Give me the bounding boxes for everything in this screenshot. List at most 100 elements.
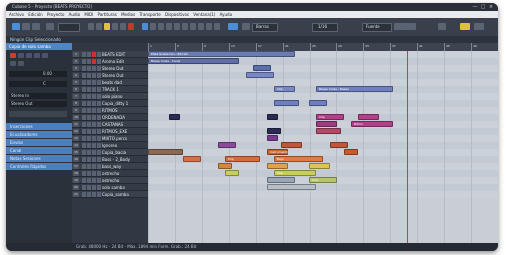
track-row[interactable]: 17 bass_way — [72, 163, 148, 170]
track-record-enable-button[interactable] — [92, 80, 96, 85]
track-record-enable-button[interactable] — [92, 164, 96, 169]
track-mute-button[interactable] — [82, 101, 86, 106]
forward-button[interactable] — [96, 23, 102, 30]
track-lane[interactable] — [148, 135, 498, 142]
track-solo-button[interactable] — [87, 143, 91, 148]
track-name[interactable]: Bass - 2_Body — [102, 156, 130, 163]
track-mute-button[interactable] — [82, 171, 86, 176]
track-record-enable-button[interactable] — [92, 122, 96, 127]
track-row[interactable]: 3 Stereo Out — [72, 65, 148, 72]
track-record-enable-button[interactable] — [92, 136, 96, 141]
track-record-enable-button[interactable] — [92, 129, 96, 134]
track-mute-button[interactable] — [82, 178, 86, 183]
timeline-ruler[interactable]: 1 5 9 13 17 21 25 29 33 37 41 45 49 — [148, 43, 498, 51]
track-row[interactable]: 6 TRACK 1 — [72, 86, 148, 93]
output-routing[interactable]: Stereo Out — [9, 101, 67, 107]
track-row[interactable]: 10 ORDENADA — [72, 114, 148, 121]
track-solo-button[interactable] — [87, 115, 91, 120]
track-name[interactable]: BEATS EDIT — [102, 51, 125, 58]
track-solo-button[interactable] — [87, 59, 91, 64]
section-envios[interactable]: Envíos — [6, 139, 72, 146]
audio-event[interactable] — [267, 128, 281, 134]
track-mute-button[interactable] — [82, 94, 86, 99]
track-monitor-button[interactable] — [97, 115, 101, 120]
audio-event[interactable] — [183, 156, 201, 162]
audio-event[interactable] — [330, 142, 348, 148]
track-name[interactable]: RITMOS — [102, 107, 118, 114]
section-inserciones[interactable]: Inserciones — [6, 123, 72, 130]
info-toggle-button[interactable] — [22, 23, 30, 30]
track-row[interactable]: 8 Copia_ditty 1 — [72, 100, 148, 107]
line-tool[interactable] — [206, 23, 212, 30]
track-record-enable-button[interactable] — [92, 94, 96, 99]
project-cursor[interactable] — [407, 51, 408, 243]
track-row[interactable]: 19 ostrecho — [72, 177, 148, 184]
audio-event[interactable]: Pista Grabación - Edición — [148, 51, 295, 57]
track-mute-button[interactable] — [82, 66, 86, 71]
track-row[interactable]: 20 solo samba — [72, 184, 148, 191]
track-name[interactable]: Copia_ditty 1 — [102, 100, 128, 107]
draw-tool[interactable] — [198, 23, 204, 30]
track-name[interactable]: beats dad — [102, 79, 122, 86]
track-solo-button[interactable] — [87, 101, 91, 106]
track-mute-button[interactable] — [82, 129, 86, 134]
track-mute-button[interactable] — [82, 136, 86, 141]
track-mute-button[interactable] — [82, 59, 86, 64]
track-name[interactable]: Copia_bacia — [102, 149, 126, 156]
track-solo-button[interactable] — [87, 136, 91, 141]
track-solo-button[interactable] — [87, 52, 91, 57]
track-lane[interactable] — [148, 191, 498, 198]
edit-channel-button[interactable] — [42, 53, 48, 58]
audio-event[interactable]: Bajo — [274, 156, 323, 162]
volume-field[interactable]: 0.00 — [9, 71, 67, 77]
track-name[interactable]: solo piano — [102, 93, 122, 100]
track-name[interactable]: Stereo Out — [102, 65, 124, 72]
track-mute-button[interactable] — [82, 80, 86, 85]
track-name[interactable]: Aroma Edit — [102, 58, 124, 65]
track-row[interactable]: 18 ostrecho — [72, 170, 148, 177]
track-monitor-button[interactable] — [97, 185, 101, 190]
track-row[interactable]: 9 RITMOS — [72, 107, 148, 114]
track-mute-button[interactable] — [82, 164, 86, 169]
glue-tool[interactable] — [166, 23, 172, 30]
track-name[interactable]: solo samba — [102, 184, 125, 191]
track-row[interactable]: 4 Stereo Out — [72, 72, 148, 79]
menu-proyecto[interactable]: Proyecto — [47, 11, 64, 18]
track-mute-button[interactable] — [82, 150, 86, 155]
track-name[interactable]: Copia_samba — [102, 191, 129, 198]
track-mute-button[interactable] — [82, 185, 86, 190]
track-mute-button[interactable] — [82, 122, 86, 127]
track-solo-button[interactable] — [87, 73, 91, 78]
track-row[interactable]: 5 beats dad — [72, 79, 148, 86]
track-monitor-button[interactable] — [97, 52, 101, 57]
audio-event[interactable]: Bases Crisis - Bases — [316, 86, 393, 92]
track-name[interactable]: CASTANAS — [102, 121, 123, 128]
audio-event[interactable] — [316, 128, 341, 134]
audio-event[interactable]: Clip — [274, 86, 295, 92]
solo-button[interactable] — [18, 61, 24, 66]
track-record-enable-button[interactable] — [92, 185, 96, 190]
track-solo-button[interactable] — [87, 87, 91, 92]
track-solo-button[interactable] — [87, 129, 91, 134]
track-solo-button[interactable] — [87, 94, 91, 99]
track-row[interactable]: 13 MIXTO percs — [72, 135, 148, 142]
track-lane[interactable] — [148, 72, 498, 79]
track-monitor-button[interactable] — [97, 94, 101, 99]
menu-archivo[interactable]: Archivo — [9, 11, 24, 18]
read-automation-button[interactable] — [26, 53, 32, 58]
track-row[interactable]: 12 RITMOS_EXE — [72, 128, 148, 135]
track-lane[interactable] — [148, 184, 498, 191]
track-row[interactable]: 14 Ignoreo — [72, 142, 148, 149]
track-row[interactable]: 15 Copia_bacia — [72, 149, 148, 156]
track-record-enable-button[interactable] — [92, 171, 96, 176]
track-monitor-button[interactable] — [97, 143, 101, 148]
audio-event[interactable]: Clip — [309, 177, 337, 183]
track-solo-button[interactable] — [87, 164, 91, 169]
audio-event[interactable] — [267, 114, 278, 120]
mixer-button[interactable] — [460, 23, 470, 30]
split-tool[interactable] — [158, 23, 164, 30]
track-row[interactable]: 2 Aroma Edit — [72, 58, 148, 65]
track-monitor-button[interactable] — [97, 73, 101, 78]
track-monitor-button[interactable] — [97, 87, 101, 92]
menu-transporte[interactable]: Transporte — [139, 11, 160, 18]
